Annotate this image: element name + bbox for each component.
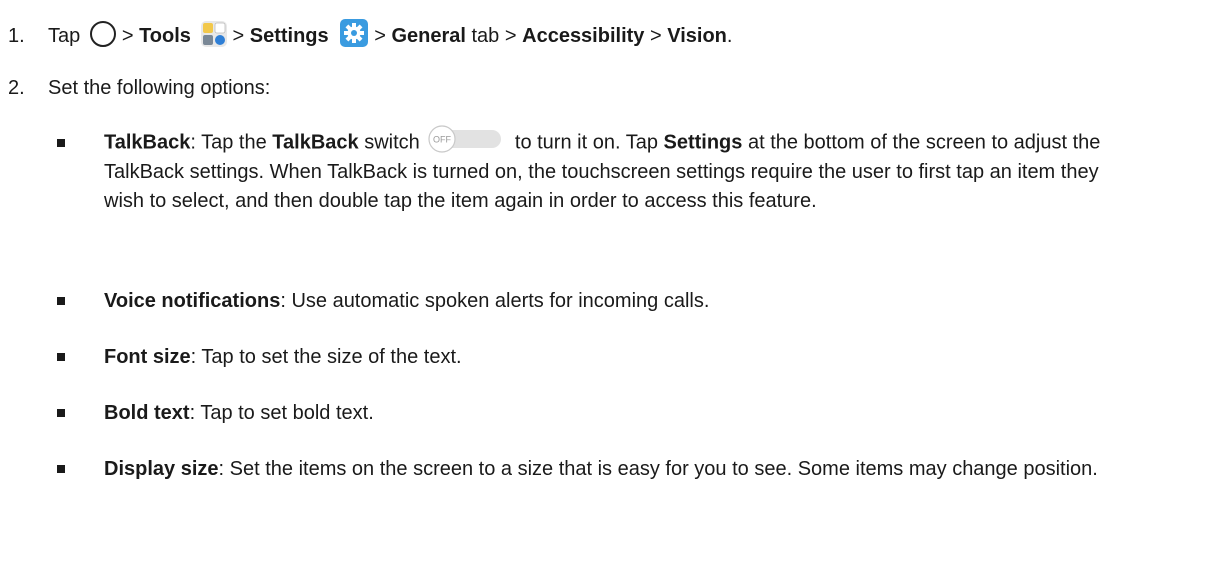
step-number: 1. [8,25,25,47]
tap-word: Tap [48,25,81,47]
option-text: : Set the items on the screen to a size … [218,458,1098,480]
tools-folder-icon [201,20,228,47]
step-number: 2. [8,77,25,99]
option-talkback: TalkBack: Tap the TalkBack switch OFF to… [104,125,1144,215]
option-text: : Tap to set bold text. [189,402,374,424]
option-title: Voice notifications [104,290,281,312]
talkback-switch-label: TalkBack [272,131,359,154]
bullet-icon [57,297,65,305]
option-voice-notifications: Voice notifications: Use automatic spoke… [104,287,1144,316]
separator: > [504,25,517,47]
bullet-icon [57,409,65,417]
option-text: : Tap the [190,131,273,154]
general-label: General [391,25,466,47]
option-text: : Use automatic spoken alerts for incomi… [280,290,710,312]
period: . [726,25,733,47]
option-display-size: Display size: Set the items on the scree… [104,455,1144,484]
option-text: to turn it on. Tap [509,131,664,154]
step-text: Set the following options: [48,77,271,99]
step-2: 2. Set the following options: [8,74,270,102]
option-title: Font size [104,346,191,368]
option-bold-text: Bold text: Tap to set bold text. [104,399,1144,428]
separator: > [121,25,134,47]
option-text: switch [358,131,426,154]
bullet-icon [57,139,65,147]
settings-label: Settings [663,131,743,154]
tools-label: Tools [139,25,191,47]
separator: > [232,25,245,47]
settings-gear-icon [340,18,369,47]
settings-label: Settings [249,25,329,47]
option-title: TalkBack [104,131,191,154]
option-title: Display size [104,458,219,480]
bullet-icon [57,353,65,361]
option-font-size: Font size: Tap to set the size of the te… [104,343,1144,372]
separator: > [649,25,662,47]
option-text: : Tap to set the size of the text. [190,346,462,368]
option-title: Bold text [104,402,190,424]
vision-label: Vision [667,25,727,47]
separator: > [374,25,386,47]
step-1: 1. Tap > Tools > Settings > General tab >… [8,18,733,51]
tab-word: tab [471,25,500,47]
home-circle-icon [89,20,116,47]
accessibility-label: Accessibility [522,25,645,47]
bullet-icon [57,465,65,473]
toggle-switch-off-icon: OFF [428,125,502,153]
switch-state-text: OFF [433,135,451,145]
